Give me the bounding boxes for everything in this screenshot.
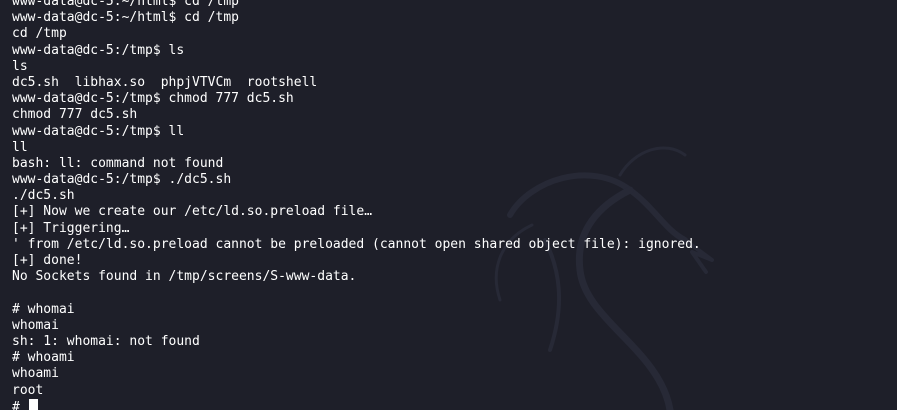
terminal-line: [+] Now we create our /etc/ld.so.preload…	[12, 204, 373, 220]
terminal-line: No Sockets found in /tmp/screens/S-www-d…	[12, 269, 357, 285]
terminal-line: www-data@dc-5:/tmp$ ls	[12, 42, 185, 58]
terminal-output: www-data@dc-5:~/html$ cd /tmp www-data@d…	[12, 0, 701, 410]
terminal-line: dc5.sh libhax.so phpjVTVCm rootshell	[12, 74, 318, 90]
terminal-line: # whomai	[12, 301, 75, 317]
terminal-line: cd /tmp	[12, 26, 67, 42]
terminal-line: bash: ll: command not found	[12, 155, 224, 171]
terminal-window[interactable]: www-data@dc-5:~/html$ cd /tmp www-data@d…	[0, 0, 897, 410]
terminal-line: ls	[12, 58, 28, 74]
terminal-line: whoami	[12, 366, 59, 382]
terminal-prompt-line[interactable]: #	[12, 398, 701, 410]
terminal-line: root	[12, 382, 44, 398]
terminal-line: whomai	[12, 317, 59, 333]
terminal-line: www-data@dc-5:~/html$ cd /tmp	[12, 10, 239, 26]
terminal-line: ' from /etc/ld.so.preload cannot be prel…	[12, 236, 701, 252]
terminal-line: www-data@dc-5:/tmp$ chmod 777 dc5.sh	[12, 91, 294, 107]
root-prompt: #	[12, 399, 28, 410]
terminal-line: ll	[12, 139, 28, 155]
terminal-line: www-data@dc-5:~/html$ cd /tmp	[12, 0, 239, 9]
terminal-line: chmod 777 dc5.sh	[12, 107, 138, 123]
text-cursor[interactable]	[28, 398, 38, 410]
terminal-line: www-data@dc-5:/tmp$ ll	[12, 123, 185, 139]
terminal-line: [+] done!	[12, 253, 83, 268]
terminal-line: www-data@dc-5:/tmp$ ./dc5.sh	[12, 172, 232, 188]
terminal-line: # whoami	[12, 350, 75, 366]
terminal-line: ./dc5.sh	[12, 188, 75, 204]
terminal-line: [+] Triggering…	[12, 220, 130, 236]
terminal-line: sh: 1: whomai: not found	[12, 333, 200, 349]
